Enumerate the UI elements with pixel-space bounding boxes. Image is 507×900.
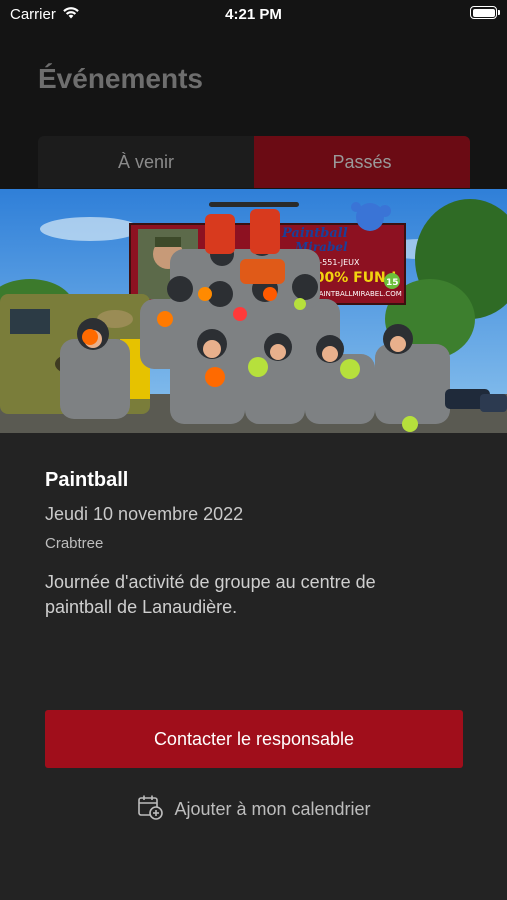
event-location: Crabtree bbox=[45, 535, 104, 552]
event-info: Paintball Jeudi 10 novembre 2022 Crabtre… bbox=[0, 433, 507, 620]
contact-organizer-button[interactable]: Contacter le responsable bbox=[45, 710, 463, 768]
event-description: Journée d'activité de groupe au centre d… bbox=[45, 572, 376, 617]
battery-icon bbox=[470, 6, 500, 19]
app-screen: Carrier 4:21 PM Événements À venir Passé… bbox=[0, 0, 507, 900]
sheet-grabber[interactable] bbox=[209, 202, 299, 207]
event-detail-sheet: Paintball Mirabel 1-800-551-JEUX 100% FU… bbox=[0, 189, 507, 900]
tab-upcoming[interactable]: À venir bbox=[38, 136, 254, 188]
billboard-badge: 15 bbox=[386, 278, 399, 288]
page-title: Événements bbox=[38, 63, 203, 94]
event-image: Paintball Mirabel 1-800-551-JEUX 100% FU… bbox=[0, 189, 507, 433]
add-to-calendar-label: Ajouter à mon calendrier bbox=[174, 798, 371, 819]
billboard-brand-1: Paintball bbox=[281, 226, 348, 241]
event-title: Paintball bbox=[45, 469, 129, 491]
event-photo: Paintball Mirabel 1-800-551-JEUX 100% FU… bbox=[0, 189, 507, 433]
billboard-website: PAINTBALLMIRABEL.COM bbox=[315, 290, 402, 298]
status-bar: Carrier 4:21 PM bbox=[0, 0, 507, 30]
segmented-tabs: À venir Passés bbox=[38, 136, 470, 188]
status-time: 4:21 PM bbox=[225, 6, 282, 23]
calendar-add-icon bbox=[136, 793, 164, 826]
event-date: Jeudi 10 novembre 2022 bbox=[45, 504, 244, 524]
status-right bbox=[470, 6, 500, 19]
tab-past[interactable]: Passés bbox=[254, 136, 470, 188]
add-to-calendar-button[interactable]: Ajouter à mon calendrier bbox=[0, 794, 507, 824]
